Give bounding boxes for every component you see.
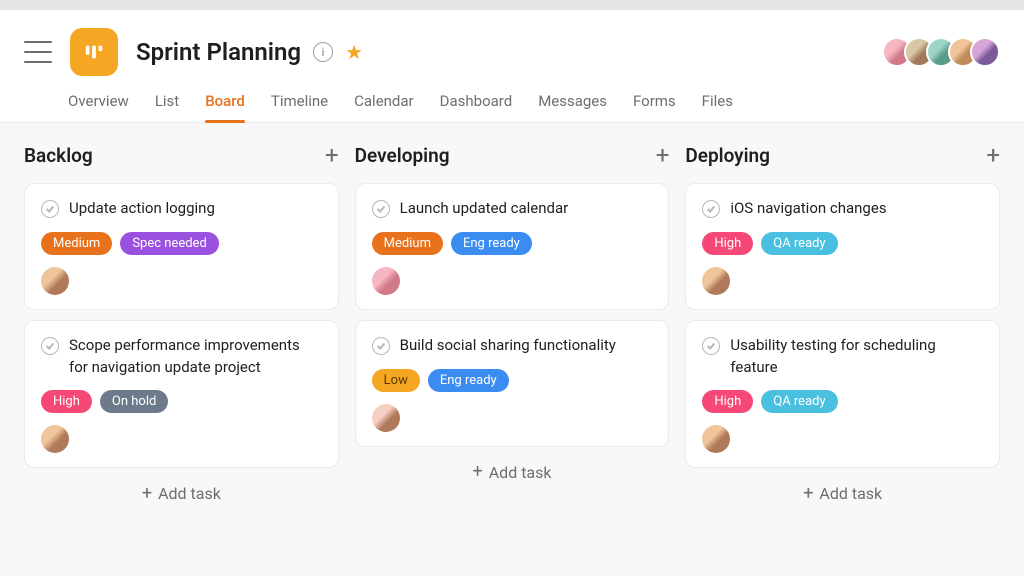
- priority-tag[interactable]: High: [41, 390, 92, 413]
- add-task-label: Add task: [489, 463, 552, 482]
- status-tag[interactable]: Eng ready: [428, 369, 509, 392]
- star-icon[interactable]: ★: [345, 40, 363, 64]
- member-avatars[interactable]: [890, 37, 1000, 67]
- complete-check-icon[interactable]: [41, 337, 59, 355]
- task-title: Build social sharing functionality: [400, 335, 616, 357]
- tab-messages[interactable]: Messages: [538, 92, 607, 122]
- plus-icon: +: [142, 485, 152, 503]
- priority-tag[interactable]: Medium: [41, 232, 112, 255]
- complete-check-icon[interactable]: [372, 200, 390, 218]
- column-deploying: Deploying + iOS navigation changes High …: [685, 143, 1000, 559]
- column-title[interactable]: Developing: [355, 144, 450, 167]
- status-tag[interactable]: Eng ready: [451, 232, 532, 255]
- tab-dashboard[interactable]: Dashboard: [440, 92, 513, 122]
- add-task-button[interactable]: + Add task: [24, 478, 339, 509]
- task-title: Launch updated calendar: [400, 198, 569, 220]
- task-card[interactable]: Usability testing for scheduling feature…: [685, 320, 1000, 469]
- status-tag[interactable]: QA ready: [761, 232, 837, 255]
- assignee-avatar[interactable]: [702, 267, 730, 295]
- add-task-button[interactable]: + Add task: [685, 478, 1000, 509]
- priority-tag[interactable]: High: [702, 232, 753, 255]
- tab-overview[interactable]: Overview: [68, 92, 129, 122]
- add-task-label: Add task: [158, 484, 221, 503]
- task-card[interactable]: Launch updated calendar Medium Eng ready: [355, 183, 670, 310]
- complete-check-icon[interactable]: [41, 200, 59, 218]
- status-tag[interactable]: On hold: [100, 390, 168, 413]
- plus-icon: +: [473, 463, 483, 481]
- task-card[interactable]: Scope performance improvements for navig…: [24, 320, 339, 469]
- assignee-avatar[interactable]: [372, 267, 400, 295]
- task-card[interactable]: Update action logging Medium Spec needed: [24, 183, 339, 310]
- status-tag[interactable]: Spec needed: [120, 232, 218, 255]
- column-backlog: Backlog + Update action logging Medium S…: [24, 143, 339, 559]
- complete-check-icon[interactable]: [372, 337, 390, 355]
- column-developing: Developing + Launch updated calendar Med…: [355, 143, 670, 559]
- priority-tag[interactable]: Low: [372, 369, 420, 392]
- task-title: Update action logging: [69, 198, 215, 220]
- add-card-icon[interactable]: +: [656, 143, 670, 167]
- tab-forms[interactable]: Forms: [633, 92, 676, 122]
- task-card[interactable]: iOS navigation changes High QA ready: [685, 183, 1000, 310]
- priority-tag[interactable]: Medium: [372, 232, 443, 255]
- add-task-button[interactable]: + Add task: [355, 457, 670, 488]
- page-title: Sprint Planning: [136, 38, 301, 66]
- task-title: Usability testing for scheduling feature: [730, 335, 983, 379]
- board-area: Backlog + Update action logging Medium S…: [0, 123, 1024, 576]
- window-chrome: [0, 0, 1024, 10]
- add-task-label: Add task: [819, 484, 882, 503]
- priority-tag[interactable]: High: [702, 390, 753, 413]
- plus-icon: +: [803, 485, 813, 503]
- tab-timeline[interactable]: Timeline: [271, 92, 328, 122]
- complete-check-icon[interactable]: [702, 337, 720, 355]
- assignee-avatar[interactable]: [702, 425, 730, 453]
- info-icon[interactable]: i: [313, 42, 333, 62]
- add-card-icon[interactable]: +: [325, 143, 339, 167]
- complete-check-icon[interactable]: [702, 200, 720, 218]
- status-tag[interactable]: QA ready: [761, 390, 837, 413]
- project-tabs: Overview List Board Timeline Calendar Da…: [0, 76, 1024, 123]
- task-card[interactable]: Build social sharing functionality Low E…: [355, 320, 670, 447]
- project-icon[interactable]: [70, 28, 118, 76]
- tab-list[interactable]: List: [155, 92, 179, 122]
- hamburger-menu-icon[interactable]: [24, 41, 52, 63]
- task-title: iOS navigation changes: [730, 198, 886, 220]
- column-title[interactable]: Deploying: [685, 144, 770, 167]
- header: Sprint Planning i ★: [0, 10, 1024, 76]
- tab-board[interactable]: Board: [205, 92, 245, 122]
- tab-calendar[interactable]: Calendar: [354, 92, 414, 122]
- tab-files[interactable]: Files: [702, 92, 733, 122]
- task-title: Scope performance improvements for navig…: [69, 335, 322, 379]
- assignee-avatar[interactable]: [41, 425, 69, 453]
- add-card-icon[interactable]: +: [986, 143, 1000, 167]
- assignee-avatar[interactable]: [372, 404, 400, 432]
- avatar[interactable]: [970, 37, 1000, 67]
- column-title[interactable]: Backlog: [24, 144, 93, 167]
- assignee-avatar[interactable]: [41, 267, 69, 295]
